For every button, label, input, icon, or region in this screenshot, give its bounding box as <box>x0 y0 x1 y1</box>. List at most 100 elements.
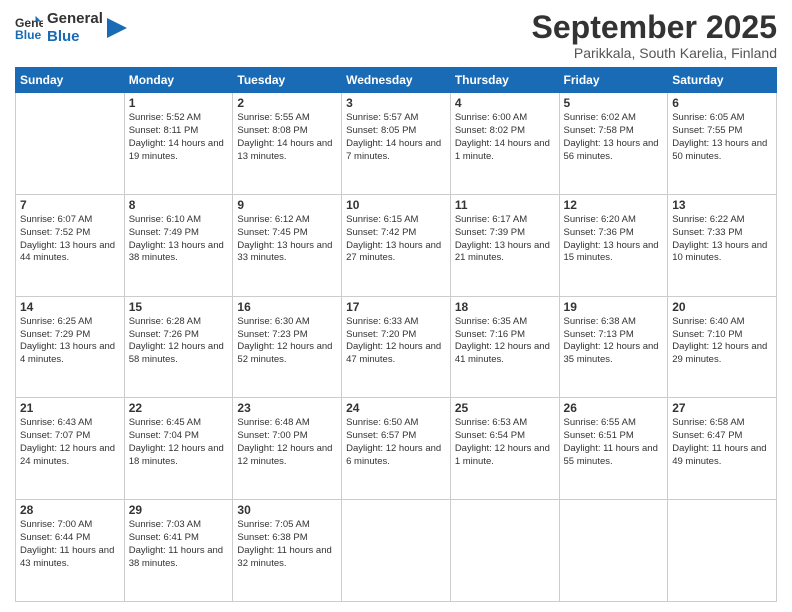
table-row: 2 Sunrise: 5:55 AM Sunset: 8:08 PM Daylig… <box>233 93 342 195</box>
table-row <box>559 500 668 602</box>
day-info: Sunrise: 6:25 AM Sunset: 7:29 PM Dayligh… <box>20 316 120 367</box>
day-number: 3 <box>346 96 446 110</box>
table-row: 24Sunrise: 6:50 AM Sunset: 6:57 PM Dayli… <box>342 398 451 500</box>
day-info: Sunrise: 6:15 AM Sunset: 7:42 PM Dayligh… <box>346 214 446 265</box>
day-number: 9 <box>237 198 337 212</box>
col-saturday: Saturday <box>668 68 777 93</box>
day-info: Sunrise: 6:40 AM Sunset: 7:10 PM Dayligh… <box>672 316 772 367</box>
day-number: 27 <box>672 401 772 415</box>
day-info: Sunrise: 6:58 AM Sunset: 6:47 PM Dayligh… <box>672 417 772 468</box>
day-number: 13 <box>672 198 772 212</box>
day-info: Sunrise: 6:17 AM Sunset: 7:39 PM Dayligh… <box>455 214 555 265</box>
day-info: Sunrise: 6:30 AM Sunset: 7:23 PM Dayligh… <box>237 316 337 367</box>
table-row: 18 Sunrise: 6:35 AM Sunset: 7:16 PM Dayli… <box>450 296 559 398</box>
table-row: 12 Sunrise: 6:20 AM Sunset: 7:36 PM Dayli… <box>559 194 668 296</box>
calendar-subtitle: Parikkala, South Karelia, Finland <box>532 45 777 61</box>
day-number: 8 <box>129 198 229 212</box>
day-info: Sunrise: 5:55 AM Sunset: 8:08 PM Dayligh… <box>237 112 337 163</box>
col-sunday: Sunday <box>16 68 125 93</box>
day-number: 12 <box>564 198 664 212</box>
header-row: Sunday Monday Tuesday Wednesday Thursday… <box>16 68 777 93</box>
day-number: 14 <box>20 300 120 314</box>
day-info: Sunrise: 6:55 AM Sunset: 6:51 PM Dayligh… <box>564 417 664 468</box>
table-row: 20 Sunrise: 6:40 AM Sunset: 7:10 PM Dayli… <box>668 296 777 398</box>
day-info: Sunrise: 6:05 AM Sunset: 7:55 PM Dayligh… <box>672 112 772 163</box>
day-info: Sunrise: 6:28 AM Sunset: 7:26 PM Dayligh… <box>129 316 229 367</box>
col-wednesday: Wednesday <box>342 68 451 93</box>
table-row: 11 Sunrise: 6:17 AM Sunset: 7:39 PM Dayli… <box>450 194 559 296</box>
table-row: 16 Sunrise: 6:30 AM Sunset: 7:23 PM Dayli… <box>233 296 342 398</box>
table-row: 5 Sunrise: 6:02 AM Sunset: 7:58 PM Daylig… <box>559 93 668 195</box>
day-number: 10 <box>346 198 446 212</box>
table-row: 23 Sunrise: 6:48 AM Sunset: 7:00 PM Dayli… <box>233 398 342 500</box>
day-number: 5 <box>564 96 664 110</box>
day-number: 18 <box>455 300 555 314</box>
table-row: 7Sunrise: 6:07 AM Sunset: 7:52 PM Daylig… <box>16 194 125 296</box>
day-number: 6 <box>672 96 772 110</box>
table-row: 15 Sunrise: 6:28 AM Sunset: 7:26 PM Dayli… <box>124 296 233 398</box>
header: General Blue General Blue September 2025… <box>15 10 777 61</box>
day-number: 21 <box>20 401 120 415</box>
day-number: 1 <box>129 96 229 110</box>
day-info: Sunrise: 6:35 AM Sunset: 7:16 PM Dayligh… <box>455 316 555 367</box>
day-info: Sunrise: 5:52 AM Sunset: 8:11 PM Dayligh… <box>129 112 229 163</box>
table-row: 13Sunrise: 6:22 AM Sunset: 7:33 PM Dayli… <box>668 194 777 296</box>
col-friday: Friday <box>559 68 668 93</box>
day-number: 11 <box>455 198 555 212</box>
logo-icon: General Blue <box>15 14 43 42</box>
table-row: 26 Sunrise: 6:55 AM Sunset: 6:51 PM Dayli… <box>559 398 668 500</box>
day-number: 4 <box>455 96 555 110</box>
col-thursday: Thursday <box>450 68 559 93</box>
table-row <box>342 500 451 602</box>
day-info: Sunrise: 6:00 AM Sunset: 8:02 PM Dayligh… <box>455 112 555 163</box>
day-info: Sunrise: 6:07 AM Sunset: 7:52 PM Dayligh… <box>20 214 120 265</box>
table-row: 6 Sunrise: 6:05 AM Sunset: 7:55 PM Daylig… <box>668 93 777 195</box>
table-row: 25Sunrise: 6:53 AM Sunset: 6:54 PM Dayli… <box>450 398 559 500</box>
calendar-table: Sunday Monday Tuesday Wednesday Thursday… <box>15 67 777 602</box>
table-row: 8Sunrise: 6:10 AM Sunset: 7:49 PM Daylig… <box>124 194 233 296</box>
table-row: 1 Sunrise: 5:52 AM Sunset: 8:11 PM Daylig… <box>124 93 233 195</box>
table-row: 21 Sunrise: 6:43 AM Sunset: 7:07 PM Dayli… <box>16 398 125 500</box>
day-number: 15 <box>129 300 229 314</box>
day-number: 2 <box>237 96 337 110</box>
day-info: Sunrise: 6:43 AM Sunset: 7:07 PM Dayligh… <box>20 417 120 468</box>
table-row: 9 Sunrise: 6:12 AM Sunset: 7:45 PM Daylig… <box>233 194 342 296</box>
table-row: 28 Sunrise: 7:00 AM Sunset: 6:44 PM Dayli… <box>16 500 125 602</box>
day-number: 24 <box>346 401 446 415</box>
table-row <box>668 500 777 602</box>
page: General Blue General Blue September 2025… <box>0 0 792 612</box>
logo-triangle <box>107 18 127 38</box>
day-info: Sunrise: 6:02 AM Sunset: 7:58 PM Dayligh… <box>564 112 664 163</box>
day-number: 22 <box>129 401 229 415</box>
day-number: 30 <box>237 503 337 517</box>
day-number: 20 <box>672 300 772 314</box>
table-row: 3 Sunrise: 5:57 AM Sunset: 8:05 PM Daylig… <box>342 93 451 195</box>
col-monday: Monday <box>124 68 233 93</box>
day-number: 16 <box>237 300 337 314</box>
day-info: Sunrise: 5:57 AM Sunset: 8:05 PM Dayligh… <box>346 112 446 163</box>
day-number: 19 <box>564 300 664 314</box>
day-info: Sunrise: 6:45 AM Sunset: 7:04 PM Dayligh… <box>129 417 229 468</box>
day-info: Sunrise: 6:12 AM Sunset: 7:45 PM Dayligh… <box>237 214 337 265</box>
day-info: Sunrise: 7:05 AM Sunset: 6:38 PM Dayligh… <box>237 519 337 570</box>
day-info: Sunrise: 6:53 AM Sunset: 6:54 PM Dayligh… <box>455 417 555 468</box>
day-number: 26 <box>564 401 664 415</box>
table-row: 29 Sunrise: 7:03 AM Sunset: 6:41 PM Dayli… <box>124 500 233 602</box>
calendar-title: September 2025 <box>532 10 777 45</box>
day-info: Sunrise: 7:03 AM Sunset: 6:41 PM Dayligh… <box>129 519 229 570</box>
table-row: 10 Sunrise: 6:15 AM Sunset: 7:42 PM Dayli… <box>342 194 451 296</box>
day-number: 28 <box>20 503 120 517</box>
title-block: September 2025 Parikkala, South Karelia,… <box>532 10 777 61</box>
day-info: Sunrise: 7:00 AM Sunset: 6:44 PM Dayligh… <box>20 519 120 570</box>
day-info: Sunrise: 6:33 AM Sunset: 7:20 PM Dayligh… <box>346 316 446 367</box>
day-info: Sunrise: 6:48 AM Sunset: 7:00 PM Dayligh… <box>237 417 337 468</box>
day-number: 23 <box>237 401 337 415</box>
logo: General Blue General Blue <box>15 10 127 46</box>
table-row: 19Sunrise: 6:38 AM Sunset: 7:13 PM Dayli… <box>559 296 668 398</box>
day-number: 29 <box>129 503 229 517</box>
svg-text:Blue: Blue <box>15 28 42 42</box>
day-info: Sunrise: 6:20 AM Sunset: 7:36 PM Dayligh… <box>564 214 664 265</box>
col-tuesday: Tuesday <box>233 68 342 93</box>
logo-blue: Blue <box>47 28 103 46</box>
table-row: 14 Sunrise: 6:25 AM Sunset: 7:29 PM Dayli… <box>16 296 125 398</box>
